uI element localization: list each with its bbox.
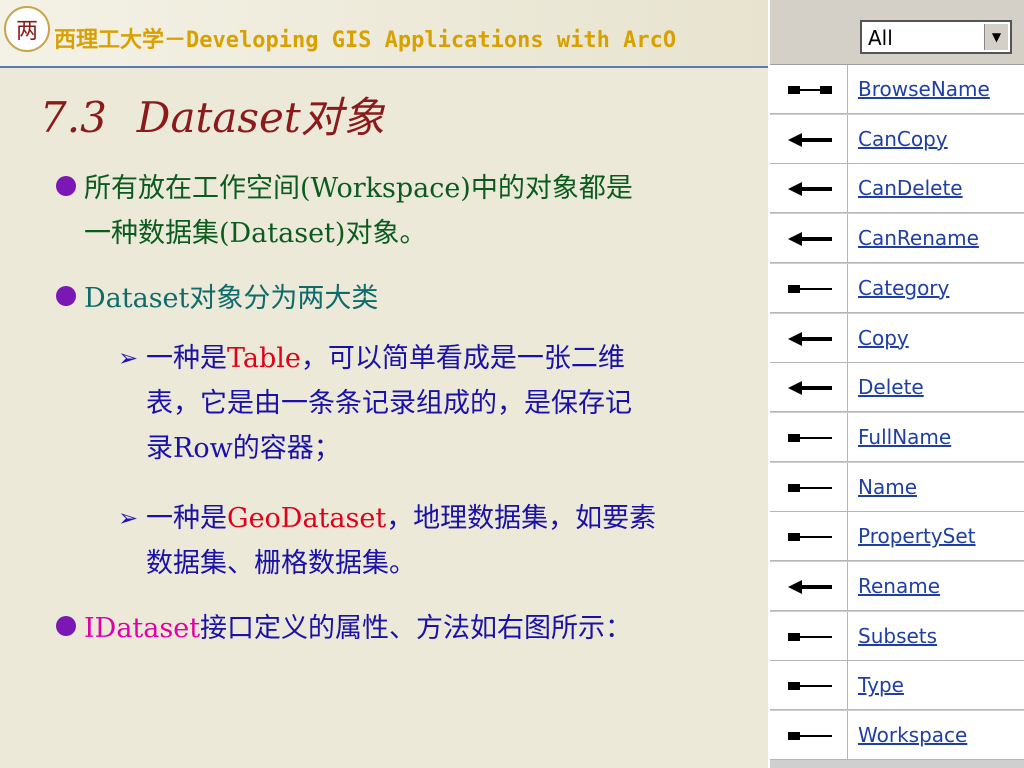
member-row-cancopy: CanCopy <box>770 114 1024 165</box>
read-only-property-icon <box>770 611 848 661</box>
member-row-browsename: BrowseName <box>770 65 1024 115</box>
member-name-cell: CanDelete <box>848 164 1024 214</box>
member-link[interactable]: Type <box>858 673 904 697</box>
header-divider <box>0 66 768 68</box>
member-link[interactable]: CanDelete <box>858 176 963 200</box>
member-name-cell: FullName <box>848 412 1024 462</box>
slide-title: 7.3 Dataset对象 <box>40 84 385 145</box>
member-name-cell: Type <box>848 661 1024 711</box>
member-link[interactable]: Delete <box>858 375 924 399</box>
subbullet-text: 一种是GeoDataset，地理数据集，如要素 数据集、栅格数据集。 <box>146 496 656 586</box>
member-row-canrename: CanRename <box>770 214 1024 264</box>
member-name-cell: CanCopy <box>848 114 1024 164</box>
highlight-idataset: IDataset <box>84 613 201 644</box>
method-arrow-icon <box>770 164 848 214</box>
read-only-property-icon <box>770 462 848 512</box>
member-name-cell: Copy <box>848 313 1024 363</box>
highlight-table: Table <box>227 343 301 374</box>
header-title: 西理工大学－Developing GIS Applications with A… <box>54 28 677 53</box>
member-row-rename: Rename <box>770 562 1024 612</box>
method-arrow-icon <box>770 114 848 164</box>
member-link[interactable]: PropertySet <box>858 524 975 548</box>
text-run: 数据集、栅格数据集。 <box>146 548 416 579</box>
read-only-property-icon <box>770 412 848 462</box>
read-only-property-icon <box>770 661 848 711</box>
subbullet-arrow-icon: ➢ <box>118 504 139 532</box>
bullet-text: Dataset对象分为两大类 <box>84 283 379 314</box>
member-name-cell: Name <box>848 462 1024 512</box>
read-only-property-icon <box>770 263 848 313</box>
member-name-cell: Rename <box>848 562 1024 611</box>
subbullet-arrow-icon: ➢ <box>118 344 139 372</box>
read-only-property-icon <box>770 711 848 761</box>
member-link[interactable]: BrowseName <box>858 77 990 101</box>
method-arrow-icon <box>770 562 848 611</box>
bullet-text: IDataset接口定义的属性、方法如右图所示： <box>84 606 632 651</box>
text-run: ，可以简单看成是一张二维 <box>300 343 625 374</box>
text-run: 表，它是由一条条记录组成的，是保存记 <box>146 388 632 419</box>
member-row-delete: Delete <box>770 363 1024 413</box>
logo-text: 两 <box>15 19 38 44</box>
member-name-cell: PropertySet <box>848 512 1024 562</box>
member-link[interactable]: Category <box>858 276 949 300</box>
bullet-text: 所有放在工作空间(Workspace)中的对象都是 一种数据集(Dataset)… <box>84 166 633 256</box>
bullet-line: 一种数据集(Dataset)对象。 <box>84 218 427 249</box>
text-run: 一种是 <box>146 503 227 534</box>
member-row-category: Category <box>770 263 1024 314</box>
method-arrow-icon <box>770 363 848 413</box>
slide-title-text: Dataset对象 <box>136 93 385 142</box>
member-link[interactable]: Rename <box>858 574 940 598</box>
member-row-subsets: Subsets <box>770 611 1024 662</box>
chevron-down-icon[interactable]: ▼ <box>984 24 1008 50</box>
member-row-type: Type <box>770 661 1024 711</box>
member-link[interactable]: CanCopy <box>858 127 948 151</box>
member-filter-select[interactable]: All ▼ <box>860 20 1012 54</box>
university-logo-icon: 两 <box>4 6 50 52</box>
bullet-dot-icon <box>56 616 76 636</box>
text-run: 接口定义的属性、方法如右图所示： <box>200 613 633 644</box>
member-name-cell: Workspace <box>848 711 1024 761</box>
highlight-geodataset: GeoDataset <box>227 503 387 534</box>
member-link[interactable]: Subsets <box>858 624 937 648</box>
subbullet-text: 一种是Table，可以简单看成是一张二维 表，它是由一条条记录组成的，是保存记 … <box>146 336 632 471</box>
member-link[interactable]: CanRename <box>858 226 979 250</box>
member-name-cell: Delete <box>848 363 1024 413</box>
member-row-propertyset: PropertySet <box>770 512 1024 562</box>
member-row-name: Name <box>770 462 1024 513</box>
interface-members-panel: All ▼ BrowseName CanCopy CanDelete CanRenam… <box>768 0 1024 768</box>
text-run: 录Row的容器； <box>146 433 341 464</box>
member-link[interactable]: Name <box>858 475 917 499</box>
bullet-dot-icon <box>56 176 76 196</box>
text-run: 一种是 <box>146 343 227 374</box>
bullet-dot-icon <box>56 286 76 306</box>
member-name-cell: CanRename <box>848 214 1024 264</box>
bullet-line: 所有放在工作空间(Workspace)中的对象都是 <box>84 173 633 204</box>
member-name-cell: Subsets <box>848 611 1024 661</box>
member-name-cell: BrowseName <box>848 65 1024 114</box>
member-row-fullname: FullName <box>770 412 1024 463</box>
member-row-candelete: CanDelete <box>770 164 1024 214</box>
read-write-property-icon <box>770 65 848 114</box>
member-row-copy: Copy <box>770 313 1024 364</box>
member-link[interactable]: Workspace <box>858 723 967 747</box>
slide-title-number: 7.3 <box>40 93 107 142</box>
panel-header: All ▼ <box>770 0 1024 65</box>
member-name-cell: Category <box>848 263 1024 313</box>
member-link[interactable]: Copy <box>858 326 909 350</box>
slide-header: 两 西理工大学－Developing GIS Applications with… <box>0 0 768 68</box>
member-link[interactable]: FullName <box>858 425 951 449</box>
method-arrow-icon <box>770 214 848 264</box>
method-arrow-icon <box>770 313 848 363</box>
text-run: ，地理数据集，如要素 <box>386 503 657 534</box>
member-row-workspace: Workspace <box>770 711 1024 761</box>
read-only-property-icon <box>770 512 848 562</box>
member-filter-value: All <box>868 26 893 50</box>
